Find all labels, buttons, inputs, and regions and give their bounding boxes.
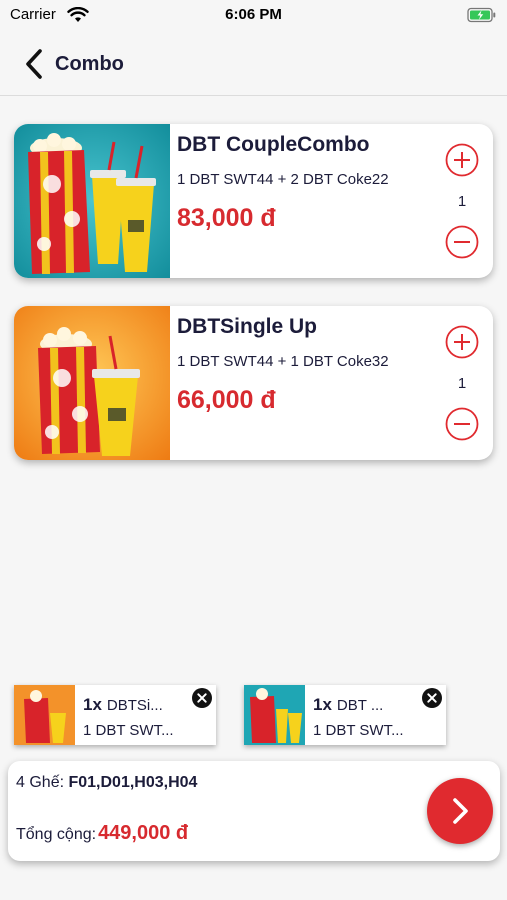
total-line: Tổng cộng: 449,000 đ	[16, 822, 188, 845]
plus-circle-icon[interactable]	[445, 143, 479, 177]
cart-item-name: DBT ...	[336, 697, 384, 714]
status-bar: Carrier 6:06 PM	[0, 0, 507, 30]
cart-item-detail: 1 DBT SWT...	[313, 722, 404, 739]
cart-item-count: 1x	[313, 695, 332, 714]
combo-card-couple[interactable]: DBT CoupleCombo 1 DBT SWT44 + 2 DBT Coke…	[14, 124, 493, 278]
combo-card-single[interactable]: DBTSingle Up 1 DBT SWT44 + 1 DBT Coke32 …	[14, 306, 493, 460]
seats-value: F01,D01,H03,H04	[68, 774, 198, 791]
seats-label: 4 Ghế:	[16, 774, 65, 791]
cart-item-image	[14, 685, 75, 745]
back-chevron-icon[interactable]	[20, 47, 50, 81]
clock: 6:06 PM	[225, 6, 282, 23]
cart-item-detail: 1 DBT SWT...	[83, 722, 174, 739]
cart-item-image	[244, 685, 305, 745]
cart-item-chip[interactable]: 1x DBTSi... 1 DBT SWT...	[14, 685, 216, 745]
close-circle-icon[interactable]	[422, 688, 442, 708]
combo-image-couple	[14, 124, 170, 278]
plus-circle-icon[interactable]	[445, 325, 479, 359]
quantity-value: 1	[457, 375, 467, 392]
page-title: Combo	[55, 53, 124, 75]
total-label: Tổng cộng:	[16, 826, 97, 843]
combo-image-single	[14, 306, 170, 460]
seats-line: 4 Ghế: F01,D01,H03,H04	[16, 774, 197, 792]
cart-item-title: 1x DBT ...	[313, 695, 383, 715]
cart-item-name: DBTSi...	[106, 697, 163, 714]
combo-name: DBT CoupleCombo	[177, 133, 370, 156]
close-circle-icon[interactable]	[192, 688, 212, 708]
cart-item-count: 1x	[83, 695, 102, 714]
cart-item-title: 1x DBTSi...	[83, 695, 163, 715]
combo-name: DBTSingle Up	[177, 315, 317, 338]
total-value: 449,000 đ	[98, 822, 189, 844]
battery-icon	[467, 7, 496, 23]
combo-price: 66,000 đ	[177, 386, 276, 414]
navigation-bar: Combo	[0, 30, 507, 96]
next-button[interactable]	[427, 778, 493, 844]
minus-circle-icon[interactable]	[445, 407, 479, 441]
chevron-right-icon	[453, 798, 468, 824]
combo-price: 83,000 đ	[177, 204, 276, 232]
combo-description: 1 DBT SWT44 + 2 DBT Coke22	[177, 171, 389, 188]
quantity-value: 1	[457, 193, 467, 210]
combo-description: 1 DBT SWT44 + 1 DBT Coke32	[177, 353, 389, 370]
order-summary-panel: 4 Ghế: F01,D01,H03,H04 Tổng cộng: 449,000…	[8, 761, 500, 861]
minus-circle-icon[interactable]	[445, 225, 479, 259]
cart-item-chip[interactable]: 1x DBT ... 1 DBT SWT...	[244, 685, 446, 745]
